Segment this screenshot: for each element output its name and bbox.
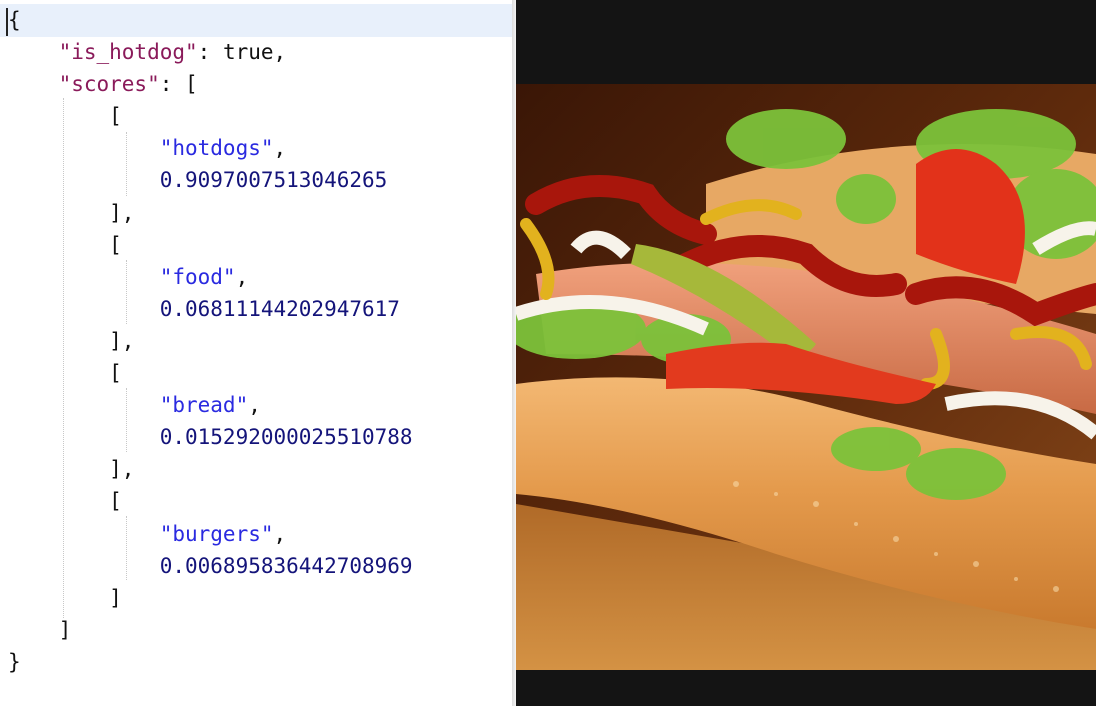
json-line: "bread", — [159, 393, 261, 418]
json-line: ], — [109, 457, 135, 482]
json-line: [ — [109, 361, 122, 386]
scores-key: "scores" — [58, 72, 160, 97]
json-line: } — [8, 646, 413, 678]
score-value: 0.06811144202947617 — [159, 296, 400, 321]
json-line: "hotdogs", — [159, 136, 287, 161]
score-label: "burgers" — [159, 521, 274, 546]
score-label: "bread" — [159, 393, 249, 418]
is-hotdog-value: true — [222, 40, 274, 65]
json-line: [ — [109, 232, 122, 257]
is-hotdog-key: "is_hotdog" — [58, 40, 198, 65]
json-line: "food", — [159, 264, 249, 289]
brace-open: { — [8, 8, 21, 32]
json-line: "is_hotdog": true, — [58, 40, 287, 65]
json-line: "burgers", — [159, 521, 287, 546]
score-value: 0.9097007513046265 — [159, 168, 388, 193]
json-line: [ — [109, 104, 122, 129]
json-line: 0.015292000025510788 — [8, 421, 413, 453]
brace-close: } — [8, 649, 21, 674]
hotdog-photo — [516, 84, 1096, 670]
json-line: ] — [58, 617, 72, 642]
image-viewer-pane — [516, 0, 1096, 706]
json-line: { — [8, 4, 413, 36]
json-line: 0.9097007513046265 — [8, 164, 413, 196]
json-line: 0.006895836442708969 — [8, 550, 413, 582]
json-editor-pane[interactable]: { "is_hotdog": true, "scores": [ [ "hotd… — [0, 0, 516, 706]
json-line: [ — [109, 489, 122, 514]
json-line: 0.06811144202947617 — [8, 293, 413, 325]
json-line: ], — [109, 328, 135, 353]
score-value: 0.006895836442708969 — [159, 553, 413, 578]
score-value: 0.015292000025510788 — [159, 425, 413, 450]
json-line: ] — [109, 585, 122, 610]
json-line: "scores": [ — [58, 72, 198, 97]
score-label: "hotdogs" — [159, 136, 274, 161]
score-label: "food" — [159, 264, 236, 289]
json-line: ], — [109, 200, 135, 225]
json-code[interactable]: { "is_hotdog": true, "scores": [ [ "hotd… — [8, 4, 413, 678]
